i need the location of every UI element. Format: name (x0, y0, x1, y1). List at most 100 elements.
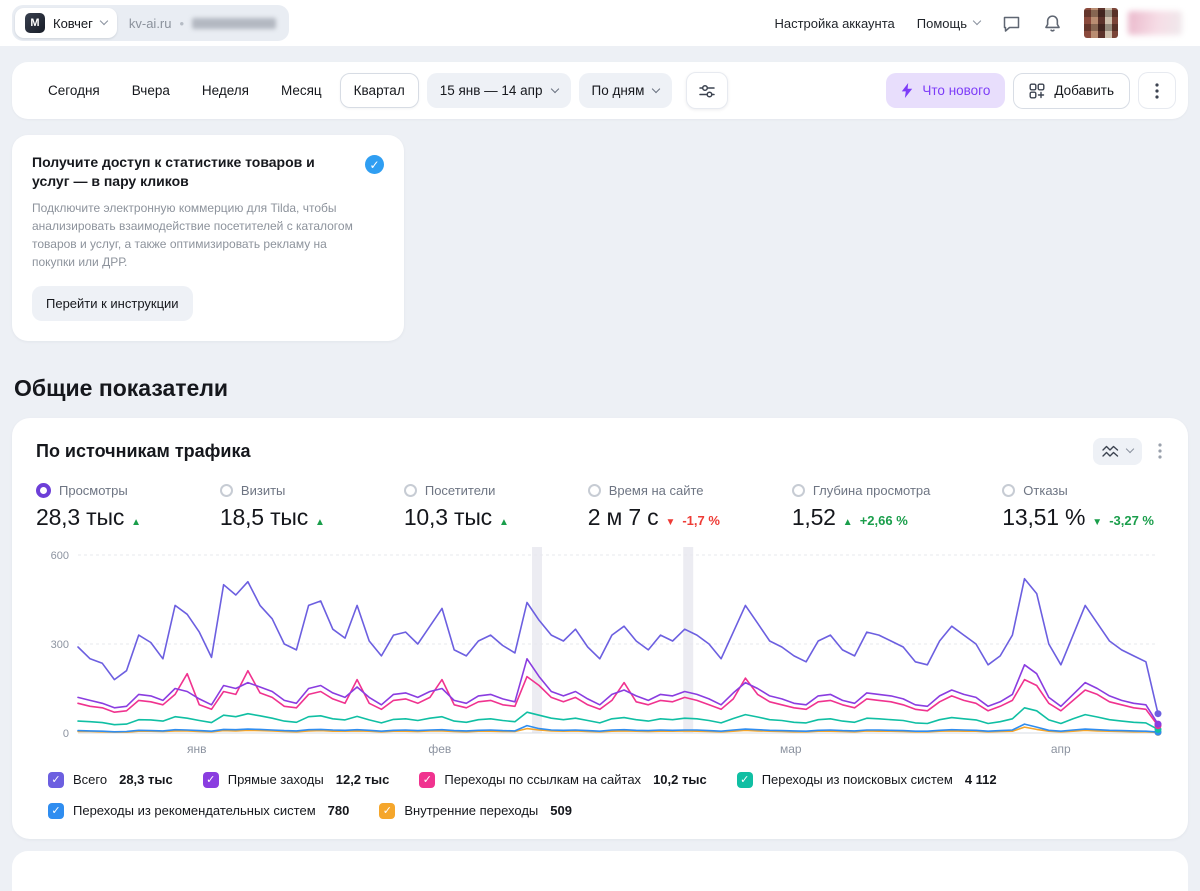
metric-visits[interactable]: Визиты 18,5 тыс ▲ (219, 482, 332, 531)
metric-label: Время на сайте (608, 482, 704, 498)
checkbox-checked-icon[interactable]: ✓ (419, 771, 436, 788)
period-quarter[interactable]: Квартал (339, 73, 419, 108)
legend-label: Переходы по ссылкам на сайтах (444, 772, 642, 788)
metric-radio[interactable] (403, 483, 417, 497)
legend-item-total[interactable]: ✓ Всего 28,3 тыс (48, 771, 173, 788)
checkbox-checked-icon[interactable]: ✓ (202, 771, 219, 788)
counter-domain: kv-ai.ru (128, 15, 172, 31)
period-tabs: Сегодня Вчера Неделя Месяц Квартал (34, 73, 419, 108)
metric-value: 10,3 тыс (403, 503, 492, 530)
date-range-picker[interactable]: 15 янв — 14 апр (426, 73, 571, 108)
lightning-icon (902, 83, 913, 98)
next-widget-partial (12, 850, 1188, 891)
legend-value: 10,2 тыс (653, 772, 707, 788)
metric-visitors[interactable]: Посетители 10,3 тыс ▲ (403, 482, 516, 531)
svg-text:янв: янв (187, 742, 207, 756)
traffic-sources-widget: По источникам трафика Просмотры 28,3 тыс… (12, 417, 1188, 839)
counter-name: Ковчег (53, 15, 93, 31)
trend-arrow-icon: ▼ (1092, 516, 1103, 528)
help-menu[interactable]: Помощь (916, 15, 982, 31)
widget-more-menu[interactable] (1156, 441, 1164, 461)
chevron-down-icon (550, 84, 559, 93)
sliders-icon (699, 84, 716, 98)
metric-depth[interactable]: Глубина просмотра 1,52 ▲ +2,66 % (791, 482, 931, 531)
counter-switcher[interactable]: М Ковчег kv-ai.ru • (12, 5, 290, 41)
metric-label: Отказы (1023, 482, 1068, 498)
metric-delta: -1,7 % (682, 512, 720, 528)
legend-item-recommendations[interactable]: ✓ Переходы из рекомендательных систем 78… (48, 802, 350, 819)
legend-item-site-links[interactable]: ✓ Переходы по ссылкам на сайтах 10,2 тыс (419, 771, 707, 788)
metric-radio[interactable] (587, 483, 601, 497)
toolbar: Сегодня Вчера Неделя Месяц Квартал 15 ян… (12, 62, 1188, 119)
period-week[interactable]: Неделя (188, 73, 263, 108)
metric-label: Посетители (424, 482, 496, 498)
trend-arrow-icon: ▼ (665, 516, 676, 528)
checkbox-checked-icon[interactable]: ✓ (736, 771, 753, 788)
whats-new-button[interactable]: Что нового (886, 73, 1006, 108)
metric-value: 1,52 (791, 503, 836, 530)
redacted-username (1128, 11, 1182, 35)
legend-item-direct[interactable]: ✓ Прямые заходы 12,2 тыс (202, 771, 390, 788)
period-month[interactable]: Месяц (267, 73, 336, 108)
chart-type-select[interactable] (1093, 437, 1142, 465)
promo-description: Подключите электронную коммерцию для Til… (32, 200, 353, 269)
redacted-counter-id (192, 17, 277, 29)
add-widget-icon (1029, 83, 1045, 98)
promo-card: Получите доступ к статистике товаров и у… (12, 135, 404, 341)
legend-label: Внутренние переходы (404, 803, 539, 819)
account-settings-link[interactable]: Настройка аккаунта (774, 16, 894, 31)
metric-value: 18,5 тыс (219, 503, 309, 530)
toolbar-more-menu[interactable] (1138, 72, 1176, 109)
metric-label: Глубина просмотра (812, 482, 931, 498)
legend-label: Прямые заходы (227, 772, 324, 788)
counter-select[interactable]: М Ковчег (15, 8, 117, 38)
metric-value: 28,3 тыс (36, 503, 125, 530)
traffic-line-chart[interactable]: 0 300 600 янв фев мар апр (36, 541, 1164, 761)
metric-delta: +2,66 % (859, 512, 908, 528)
avatar[interactable] (1084, 8, 1118, 38)
promo-cta-button[interactable]: Перейти к инструкции (32, 285, 193, 321)
legend-item-search[interactable]: ✓ Переходы из поисковых систем 4 112 (736, 771, 997, 788)
metric-radio[interactable] (36, 482, 51, 498)
add-label: Добавить (1054, 83, 1114, 98)
metric-value: 2 м 7 с (587, 503, 659, 530)
metric-label: Визиты (240, 482, 286, 498)
notifications-bell-icon[interactable] (1043, 14, 1062, 33)
legend-value: 509 (550, 803, 572, 819)
legend-value: 4 112 (964, 772, 997, 788)
legend-item-internal[interactable]: ✓ Внутренние переходы 509 (379, 802, 572, 819)
topbar-actions: Настройка аккаунта Помощь (774, 8, 1182, 38)
check-badge-icon: ✓ (365, 155, 384, 174)
svg-text:мар: мар (780, 742, 802, 756)
legend-value: 28,3 тыс (119, 772, 173, 788)
help-label: Помощь (916, 15, 967, 31)
metric-views[interactable]: Просмотры 28,3 тыс ▲ (36, 482, 148, 531)
metric-radio[interactable] (791, 483, 805, 497)
chevron-down-icon (1125, 445, 1135, 454)
trend-arrow-icon: ▲ (842, 516, 853, 528)
legend-label: Всего (73, 772, 108, 788)
metric-radio[interactable] (219, 483, 233, 497)
legend-label: Переходы из поисковых систем (761, 772, 953, 788)
metric-value: 13,51 % (1002, 503, 1086, 530)
checkbox-checked-icon[interactable]: ✓ (48, 771, 64, 788)
granularity-select[interactable]: По дням (578, 73, 673, 108)
period-today[interactable]: Сегодня (34, 73, 114, 108)
topbar: М Ковчег kv-ai.ru • Настройка аккаунта П… (0, 0, 1200, 46)
checkbox-checked-icon[interactable]: ✓ (48, 802, 64, 819)
section-title: Общие показатели (14, 374, 229, 401)
add-button[interactable]: Добавить (1013, 72, 1130, 109)
checkbox-checked-icon[interactable]: ✓ (379, 802, 396, 819)
svg-text:300: 300 (51, 639, 69, 651)
metric-label: Просмотры (59, 482, 128, 498)
chat-icon[interactable] (1002, 14, 1021, 33)
legend-value: 12,2 тыс (335, 772, 390, 788)
metric-bounce-rate[interactable]: Отказы 13,51 % ▼ -3,27 % (1002, 483, 1154, 531)
promo-title: Получите доступ к статистике товаров и у… (32, 154, 315, 189)
metric-time-on-site[interactable]: Время на сайте 2 м 7 с ▼ -1,7 % (587, 482, 720, 531)
kebab-icon (1158, 443, 1162, 459)
legend-value: 780 (327, 803, 350, 819)
period-yesterday[interactable]: Вчера (118, 73, 184, 108)
metric-radio[interactable] (1002, 483, 1016, 497)
filters-button[interactable] (686, 72, 729, 109)
